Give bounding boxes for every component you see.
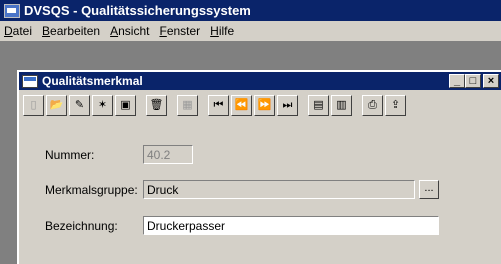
menu-datei[interactable]: Datei	[4, 24, 32, 38]
magic-wand-icon[interactable]: ✶	[92, 94, 113, 116]
menu-ansicht[interactable]: Ansicht	[110, 24, 149, 38]
toolbar: ▯ 📂 ✎ ✶ ▣ 🗑 ▦ ⏮ ⏪ ⏩ ⏭ ▤ ▥ ⎙ ⇪	[19, 90, 501, 120]
child-window: Qualitätsmerkmal _ □ × ▯ 📂 ✎ ✶ ▣ 🗑 ▦ ⏮ ⏪…	[17, 70, 501, 264]
app-icon	[4, 3, 20, 18]
new-icon[interactable]: ▯	[23, 94, 44, 116]
table-icon[interactable]: ▥	[331, 94, 352, 116]
child-window-titlebar[interactable]: Qualitätsmerkmal _ □ ×	[19, 72, 501, 90]
nummer-label: Nummer:	[45, 148, 95, 162]
form-area: Nummer: 40.2 Merkmalsgruppe: Druck ... B…	[19, 120, 501, 260]
previous-record-icon[interactable]: ⏪	[231, 94, 252, 116]
nummer-field[interactable]: 40.2	[143, 145, 193, 164]
bezeichnung-label: Bezeichnung:	[45, 219, 118, 233]
export-icon[interactable]: ⇪	[385, 94, 406, 116]
menu-bearbeiten[interactable]: Bearbeiten	[42, 24, 100, 38]
close-button[interactable]: ×	[483, 74, 499, 88]
minimize-button[interactable]: _	[449, 74, 465, 88]
delete-icon[interactable]: 🗑	[146, 94, 167, 116]
print-icon[interactable]: ⎙	[362, 94, 383, 116]
browse-button[interactable]: ...	[419, 180, 439, 199]
maximize-button[interactable]: □	[465, 74, 481, 88]
menu-fenster[interactable]: Fenster	[159, 24, 200, 38]
menu-bar: Datei Bearbeiten Ansicht Fenster Hilfe	[0, 21, 501, 42]
app-titlebar: DVSQS - Qualitätssicherungssystem	[0, 0, 501, 21]
child-window-title: Qualitätsmerkmal	[42, 74, 143, 88]
list-icon[interactable]: ▤	[308, 94, 329, 116]
first-record-icon[interactable]: ⏮	[208, 94, 229, 116]
edit-icon[interactable]: ✎	[69, 94, 90, 116]
next-record-icon[interactable]: ⏩	[254, 94, 275, 116]
bezeichnung-field[interactable]: Druckerpasser	[143, 216, 439, 235]
last-record-icon[interactable]: ⏭	[277, 94, 298, 116]
open-icon[interactable]: 📂	[46, 94, 67, 116]
disabled-icon[interactable]: ▦	[177, 94, 198, 116]
window-icon	[22, 74, 38, 88]
app-title: DVSQS - Qualitätssicherungssystem	[24, 3, 251, 18]
merkmalsgruppe-label: Merkmalsgruppe:	[45, 183, 138, 197]
menu-hilfe[interactable]: Hilfe	[210, 24, 234, 38]
copy-icon[interactable]: ▣	[115, 94, 136, 116]
merkmalsgruppe-field[interactable]: Druck	[143, 180, 415, 199]
